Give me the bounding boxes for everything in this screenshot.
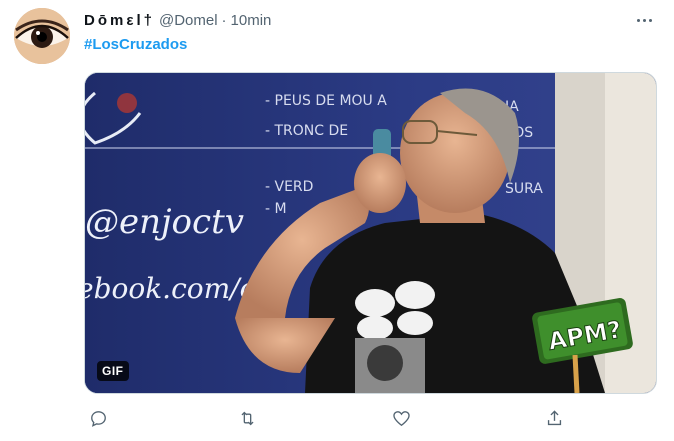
like-button[interactable] bbox=[387, 404, 415, 432]
board-right-3: SURA bbox=[505, 181, 543, 197]
user-handle[interactable]: @Domel bbox=[159, 12, 218, 29]
heart-icon bbox=[392, 410, 410, 426]
tweet-header: Dōmεl† @Domel · 10min bbox=[84, 10, 271, 30]
share-icon bbox=[547, 409, 561, 425]
tweet: Dōmεl† @Domel · 10min #LosCruzados - PEU… bbox=[0, 0, 674, 441]
reply-button[interactable] bbox=[84, 404, 112, 432]
board-line-1: - PEUS DE MOU A bbox=[265, 93, 387, 109]
board-line-4: - M bbox=[265, 201, 287, 217]
eye-avatar-image bbox=[14, 8, 70, 64]
more-options-icon[interactable] bbox=[632, 10, 656, 30]
timestamp[interactable]: 10min bbox=[231, 12, 272, 29]
share-button[interactable] bbox=[540, 404, 568, 432]
reply-icon bbox=[90, 410, 106, 427]
separator-dot: · bbox=[221, 11, 227, 29]
board-line-3: - VERD bbox=[265, 179, 313, 195]
gif-frame: - PEUS DE MOU A - TRONC DE - VERD - M IA… bbox=[85, 73, 656, 393]
retweet-icon bbox=[240, 411, 254, 425]
avatar[interactable] bbox=[14, 8, 70, 64]
display-name[interactable]: Dōmεl† bbox=[84, 12, 155, 29]
hashtag-link[interactable]: #LosCruzados bbox=[84, 36, 187, 53]
gif-badge: GIF bbox=[97, 361, 129, 381]
gif-media[interactable]: - PEUS DE MOU A - TRONC DE - VERD - M IA… bbox=[84, 72, 657, 394]
board-handle-text: @enjoctv bbox=[85, 202, 244, 242]
retweet-button[interactable] bbox=[233, 404, 261, 432]
board-line-2: - TRONC DE bbox=[265, 123, 348, 139]
action-bar bbox=[84, 404, 584, 432]
